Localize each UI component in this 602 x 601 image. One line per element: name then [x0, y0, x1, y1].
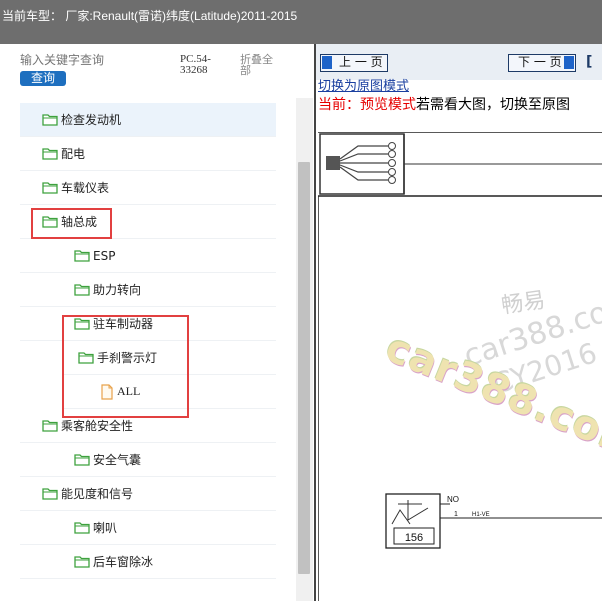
collapse-all-link[interactable]: 折叠全部: [240, 54, 280, 76]
vehicle-title: 当前车型： 厂家:Renault(雷诺)纬度(Latitude)2011-201…: [2, 9, 298, 23]
component-number: 156: [405, 532, 423, 544]
folder-icon: [42, 181, 61, 194]
tree-item[interactable]: 后车窗除冰: [20, 545, 276, 579]
tree-item-label: 安全气囊: [93, 453, 142, 467]
tree-item[interactable]: 安全气囊: [20, 443, 276, 477]
diagram-viewer: 上 一 页 下 一 页 [ 切换为原图模式 当前：预览模式若需看大图，切换至原图…: [314, 44, 602, 601]
folder-icon: [74, 555, 93, 568]
search-area: 查询 PC.54-33268 折叠全部: [0, 44, 314, 96]
next-page-button[interactable]: 下 一 页: [508, 54, 576, 72]
tree-item[interactable]: 配电: [20, 137, 276, 171]
tree-item-label: 后车窗除冰: [93, 555, 154, 569]
tree-item-label: 配电: [61, 147, 86, 161]
folder-icon: [74, 249, 93, 262]
pc-number: PC.54-33268: [180, 53, 211, 76]
highlight-box-parking-brake: [62, 315, 189, 418]
nav-bracket-text: [: [586, 54, 593, 70]
arrow-right-icon: [564, 56, 574, 69]
tree-item-label: 能见度和信号: [61, 487, 134, 501]
tree-item[interactable]: 能见度和信号: [20, 477, 276, 511]
folder-icon: [42, 147, 61, 160]
search-input[interactable]: [18, 50, 172, 70]
viewer-nav-bar: 上 一 页 下 一 页 [: [316, 44, 602, 80]
folder-icon: [74, 283, 93, 296]
tree-item-label: 助力转向: [93, 283, 142, 297]
scrollbar-thumb[interactable]: [298, 162, 310, 574]
mode-prefix: 当前：预览模式: [318, 97, 416, 113]
folder-icon: [74, 521, 93, 534]
wire-code-label: H1-VE: [472, 512, 490, 518]
arrow-left-icon: [322, 56, 332, 69]
tree-item[interactable]: 车载仪表: [20, 171, 276, 205]
tree-item-label: ESP: [93, 248, 116, 263]
folder-icon: [42, 419, 61, 432]
highlight-box-axle: [31, 208, 112, 239]
tree-item[interactable]: ESP: [20, 239, 276, 273]
tree-item-label: 车载仪表: [61, 181, 110, 195]
pin-label: 1: [454, 511, 458, 518]
tree-item-label: 乘客舱安全性: [61, 419, 134, 433]
prev-page-button[interactable]: 上 一 页: [320, 54, 388, 72]
tree-item[interactable]: 检查发动机: [20, 103, 276, 137]
tree-item[interactable]: 助力转向: [20, 273, 276, 307]
folder-icon: [42, 113, 61, 126]
wire-no-label: NO: [447, 495, 459, 504]
tree-scrollbar[interactable]: [296, 98, 313, 601]
next-page-label: 下 一 页: [518, 55, 562, 69]
title-bar: 当前车型： 厂家:Renault(雷诺)纬度(Latitude)2011-201…: [0, 0, 602, 44]
folder-icon: [74, 453, 93, 466]
tree-item-label: 喇叭: [93, 521, 118, 535]
mode-suffix: 若需看大图，切换至原图: [416, 97, 570, 113]
tree-item-label: 检查发动机: [61, 113, 122, 127]
tree-item[interactable]: 喇叭: [20, 511, 276, 545]
connector-icon: [326, 156, 340, 170]
mode-status: 当前：预览模式若需看大图，切换至原图: [318, 96, 570, 114]
switch-original-link[interactable]: 切换为原图模式: [318, 80, 409, 94]
search-button[interactable]: 查询: [20, 71, 66, 86]
prev-page-label: 上 一 页: [339, 55, 383, 69]
folder-icon: [42, 487, 61, 500]
